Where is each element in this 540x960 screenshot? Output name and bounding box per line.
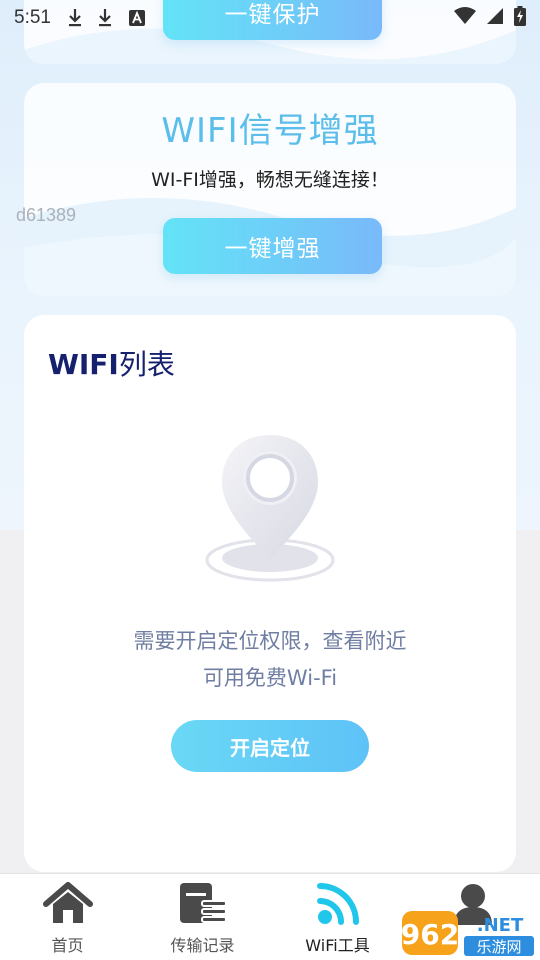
enable-location-button[interactable]: 开启定位: [171, 720, 369, 772]
permission-message: 需要开启定位权限，查看附近 可用免费Wi-Fi: [24, 623, 516, 697]
signal-boost-title: WIFI信号增强: [161, 111, 379, 151]
permission-line-1: 需要开启定位权限，查看附近: [133, 629, 407, 653]
logo-text-suffix: .NET: [477, 915, 524, 936]
download-icon: [65, 7, 85, 29]
watermark-text: d61389: [16, 205, 77, 225]
logo-text-sub: 乐游网: [476, 938, 521, 956]
status-bar: 5:51: [0, 0, 540, 36]
site-logo: 962 .NET 乐游网: [400, 909, 536, 957]
logo-text-main: 962: [401, 918, 459, 951]
tab-home[interactable]: 首页: [0, 874, 135, 960]
wifi-list-card: WIFI列表 需要开启定位权限，查看附近 可用免费Wi-Fi 开启定位: [24, 315, 516, 872]
one-key-boost-button[interactable]: 一键增强: [163, 218, 382, 274]
signal-boost-card: WIFI信号增强 WI-FI增强，畅想无缝连接！ 一键增强: [24, 83, 516, 296]
download-icon: [95, 7, 115, 29]
wifi-list-title-rest: 列表: [118, 348, 175, 381]
font-icon: [127, 7, 147, 29]
signal-boost-subtitle: WI-FI增强，畅想无缝连接！: [151, 169, 389, 191]
permission-line-2: 可用免费Wi-Fi: [202, 666, 338, 690]
home-icon: [42, 880, 94, 928]
wifi-list-title-bold: WIFI: [48, 348, 119, 381]
wifi-icon: [312, 880, 364, 928]
location-pin-icon: [200, 430, 340, 595]
tab-wifi-tools[interactable]: WiFi工具: [270, 874, 405, 960]
wifi-signal-icon: [454, 7, 476, 29]
transfer-record-icon: [177, 880, 229, 928]
battery-charging-icon: [514, 6, 526, 30]
tab-home-label: 首页: [51, 936, 84, 955]
status-time: 5:51: [14, 7, 51, 28]
cell-signal-icon: [486, 7, 504, 29]
wifi-list-title: WIFI列表: [48, 343, 175, 383]
tab-wifi-tools-label: WiFi工具: [305, 936, 370, 955]
tab-transfer-records[interactable]: 传输记录: [135, 874, 270, 960]
tab-transfer-records-label: 传输记录: [170, 936, 235, 955]
